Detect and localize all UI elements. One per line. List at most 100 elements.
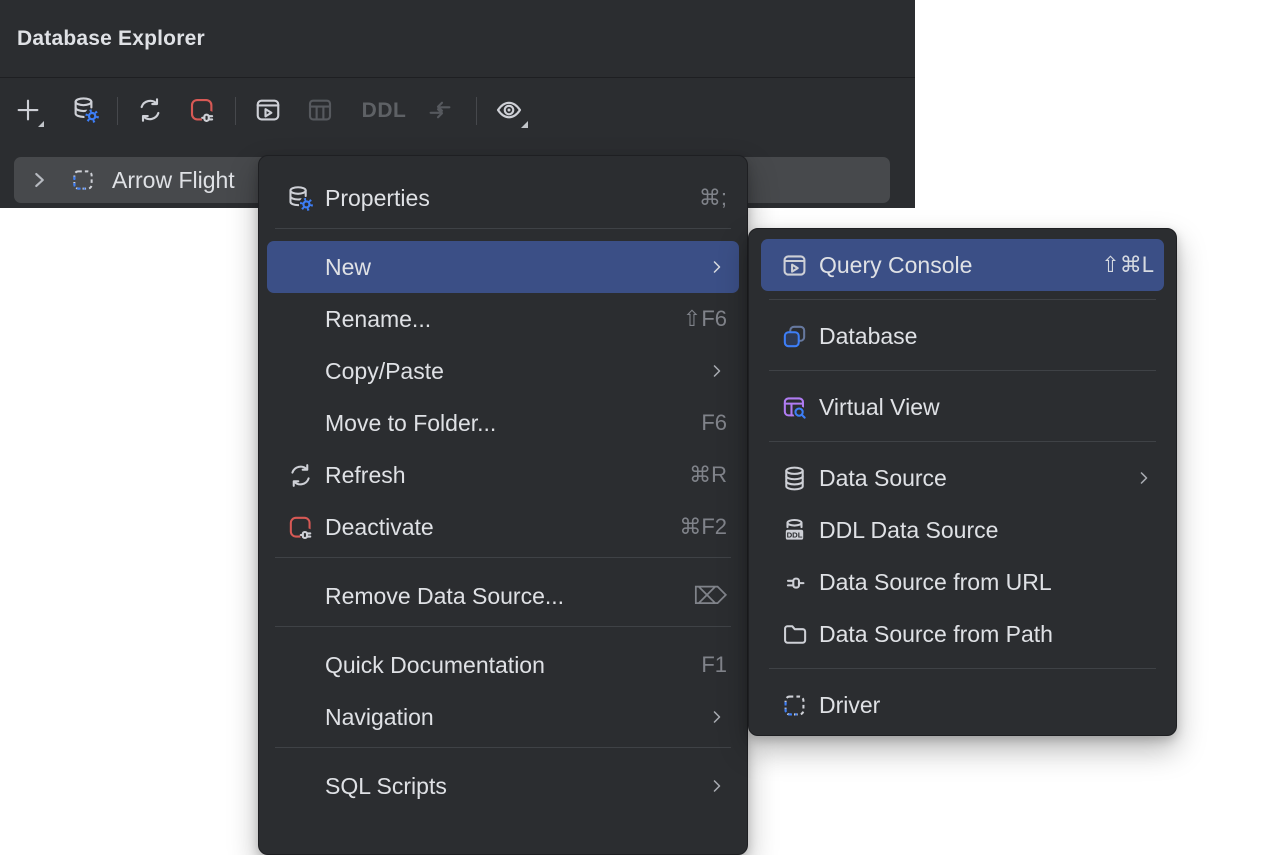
menu-item-label: Quick Documentation (325, 652, 689, 679)
toolbar: DDL (0, 78, 915, 144)
menu-item-move-to-folder[interactable]: Move to Folder... F6 (267, 397, 739, 449)
menu-separator (275, 747, 731, 748)
menu-item-label: Rename... (325, 306, 671, 333)
driver-icon (779, 691, 809, 720)
panel-header: Database Explorer (0, 0, 915, 78)
menu-item-label: Data Source from URL (819, 569, 1154, 596)
menu-item-navigation[interactable]: Navigation (267, 691, 739, 743)
database-settings-icon (285, 184, 315, 213)
deactivate-icon (187, 95, 217, 128)
plug-icon (779, 568, 809, 597)
submenu-chevron-icon (707, 257, 727, 277)
svg-text:DDL: DDL (786, 530, 802, 539)
menu-item-label: Virtual View (819, 394, 1154, 421)
query-console-button[interactable] (246, 90, 290, 132)
menu-item-label: Deactivate (325, 514, 667, 541)
ddl-label: DDL (362, 99, 407, 123)
submenu-item-data-source[interactable]: Data Source (761, 452, 1164, 504)
menu-item-quick-documentation[interactable]: Quick Documentation F1 (267, 639, 739, 691)
refresh-icon (135, 95, 165, 128)
menu-item-remove-data-source[interactable]: Remove Data Source... ⌦ (267, 570, 739, 622)
menu-item-label: New (325, 254, 695, 281)
menu-item-shortcut: F6 (701, 410, 727, 436)
submenu-chevron-icon (707, 707, 727, 727)
dropdown-corner-icon (521, 121, 528, 128)
submenu-item-virtual-view[interactable]: Virtual View (761, 381, 1164, 433)
refresh-button[interactable] (128, 90, 172, 132)
driver-icon (68, 166, 98, 194)
menu-separator (769, 441, 1156, 442)
query-console-icon (779, 251, 809, 280)
menu-item-label: SQL Scripts (325, 773, 695, 800)
table-icon (305, 95, 335, 128)
new-submenu: Query Console ⇧⌘L Database (748, 228, 1177, 736)
menu-item-shortcut: ⌘F2 (679, 514, 727, 540)
menu-item-label: Properties (325, 185, 687, 212)
menu-item-label: Remove Data Source... (325, 583, 681, 610)
submenu-chevron-icon (707, 361, 727, 381)
eye-icon (494, 95, 524, 128)
submenu-item-query-console[interactable]: Query Console ⇧⌘L (761, 239, 1164, 291)
context-menu: Properties ⌘; New Rename... ⇧F6 Copy/Pas… (258, 155, 748, 855)
query-console-icon (253, 95, 283, 128)
menu-item-label: Database (819, 323, 1154, 350)
data-source-properties-button[interactable] (64, 90, 108, 132)
refresh-icon (285, 461, 315, 490)
delete-icon: ⌦ (693, 582, 727, 611)
menu-item-copy-paste[interactable]: Copy/Paste (267, 345, 739, 397)
menu-separator (275, 228, 731, 229)
menu-item-shortcut: ⇧⌘L (1101, 252, 1154, 278)
menu-item-label: Copy/Paste (325, 358, 695, 385)
panel-title: Database Explorer (17, 27, 205, 51)
menu-item-deactivate[interactable]: Deactivate ⌘F2 (267, 501, 739, 553)
generate-ddl-button[interactable]: DDL (358, 90, 410, 132)
menu-item-label: Data Source from Path (819, 621, 1154, 648)
submenu-chevron-icon (1134, 468, 1154, 488)
menu-item-label: DDL Data Source (819, 517, 1154, 544)
virtual-view-icon (779, 393, 809, 422)
submenu-item-driver[interactable]: Driver (761, 679, 1164, 731)
menu-separator (769, 299, 1156, 300)
open-table-button[interactable] (298, 90, 342, 132)
menu-item-label: Query Console (819, 252, 1089, 279)
folder-icon (779, 620, 809, 649)
toolbar-separator (235, 97, 236, 125)
menu-separator (769, 370, 1156, 371)
compare-arrows-icon (425, 95, 455, 128)
tree-item-label: Arrow Flight (112, 167, 235, 194)
screenshot-root: Database Explorer (0, 0, 1288, 812)
menu-item-new[interactable]: New (267, 241, 739, 293)
toolbar-separator (117, 97, 118, 125)
menu-item-label: Refresh (325, 462, 677, 489)
submenu-item-data-source-from-path[interactable]: Data Source from Path (761, 608, 1164, 660)
deactivate-icon (285, 513, 315, 542)
menu-separator (275, 626, 731, 627)
database-settings-icon (71, 95, 101, 128)
menu-item-shortcut: ⌘; (699, 185, 727, 211)
menu-item-label: Move to Folder... (325, 410, 689, 437)
deactivate-button[interactable] (180, 90, 224, 132)
ddl-data-source-icon: DDL (779, 516, 809, 545)
data-source-icon (779, 464, 809, 493)
menu-separator (769, 668, 1156, 669)
expand-chevron-icon[interactable] (24, 167, 54, 193)
menu-separator (275, 557, 731, 558)
submenu-item-ddl-data-source[interactable]: DDL DDL Data Source (761, 504, 1164, 556)
compare-button[interactable] (418, 90, 462, 132)
dropdown-corner-icon (38, 121, 44, 127)
menu-item-label: Navigation (325, 704, 695, 731)
menu-item-properties[interactable]: Properties ⌘; (267, 172, 739, 224)
add-button[interactable] (6, 90, 50, 132)
submenu-chevron-icon (707, 776, 727, 796)
database-icon (779, 322, 809, 351)
menu-item-shortcut: ⇧F6 (683, 306, 727, 332)
view-options-button[interactable] (487, 90, 531, 132)
menu-item-label: Driver (819, 692, 1154, 719)
submenu-item-data-source-from-url[interactable]: Data Source from URL (761, 556, 1164, 608)
menu-item-shortcut: ⌘R (689, 462, 727, 488)
submenu-item-database[interactable]: Database (761, 310, 1164, 362)
menu-item-shortcut: F1 (701, 652, 727, 678)
menu-item-sql-scripts[interactable]: SQL Scripts (267, 760, 739, 812)
menu-item-refresh[interactable]: Refresh ⌘R (267, 449, 739, 501)
menu-item-rename[interactable]: Rename... ⇧F6 (267, 293, 739, 345)
